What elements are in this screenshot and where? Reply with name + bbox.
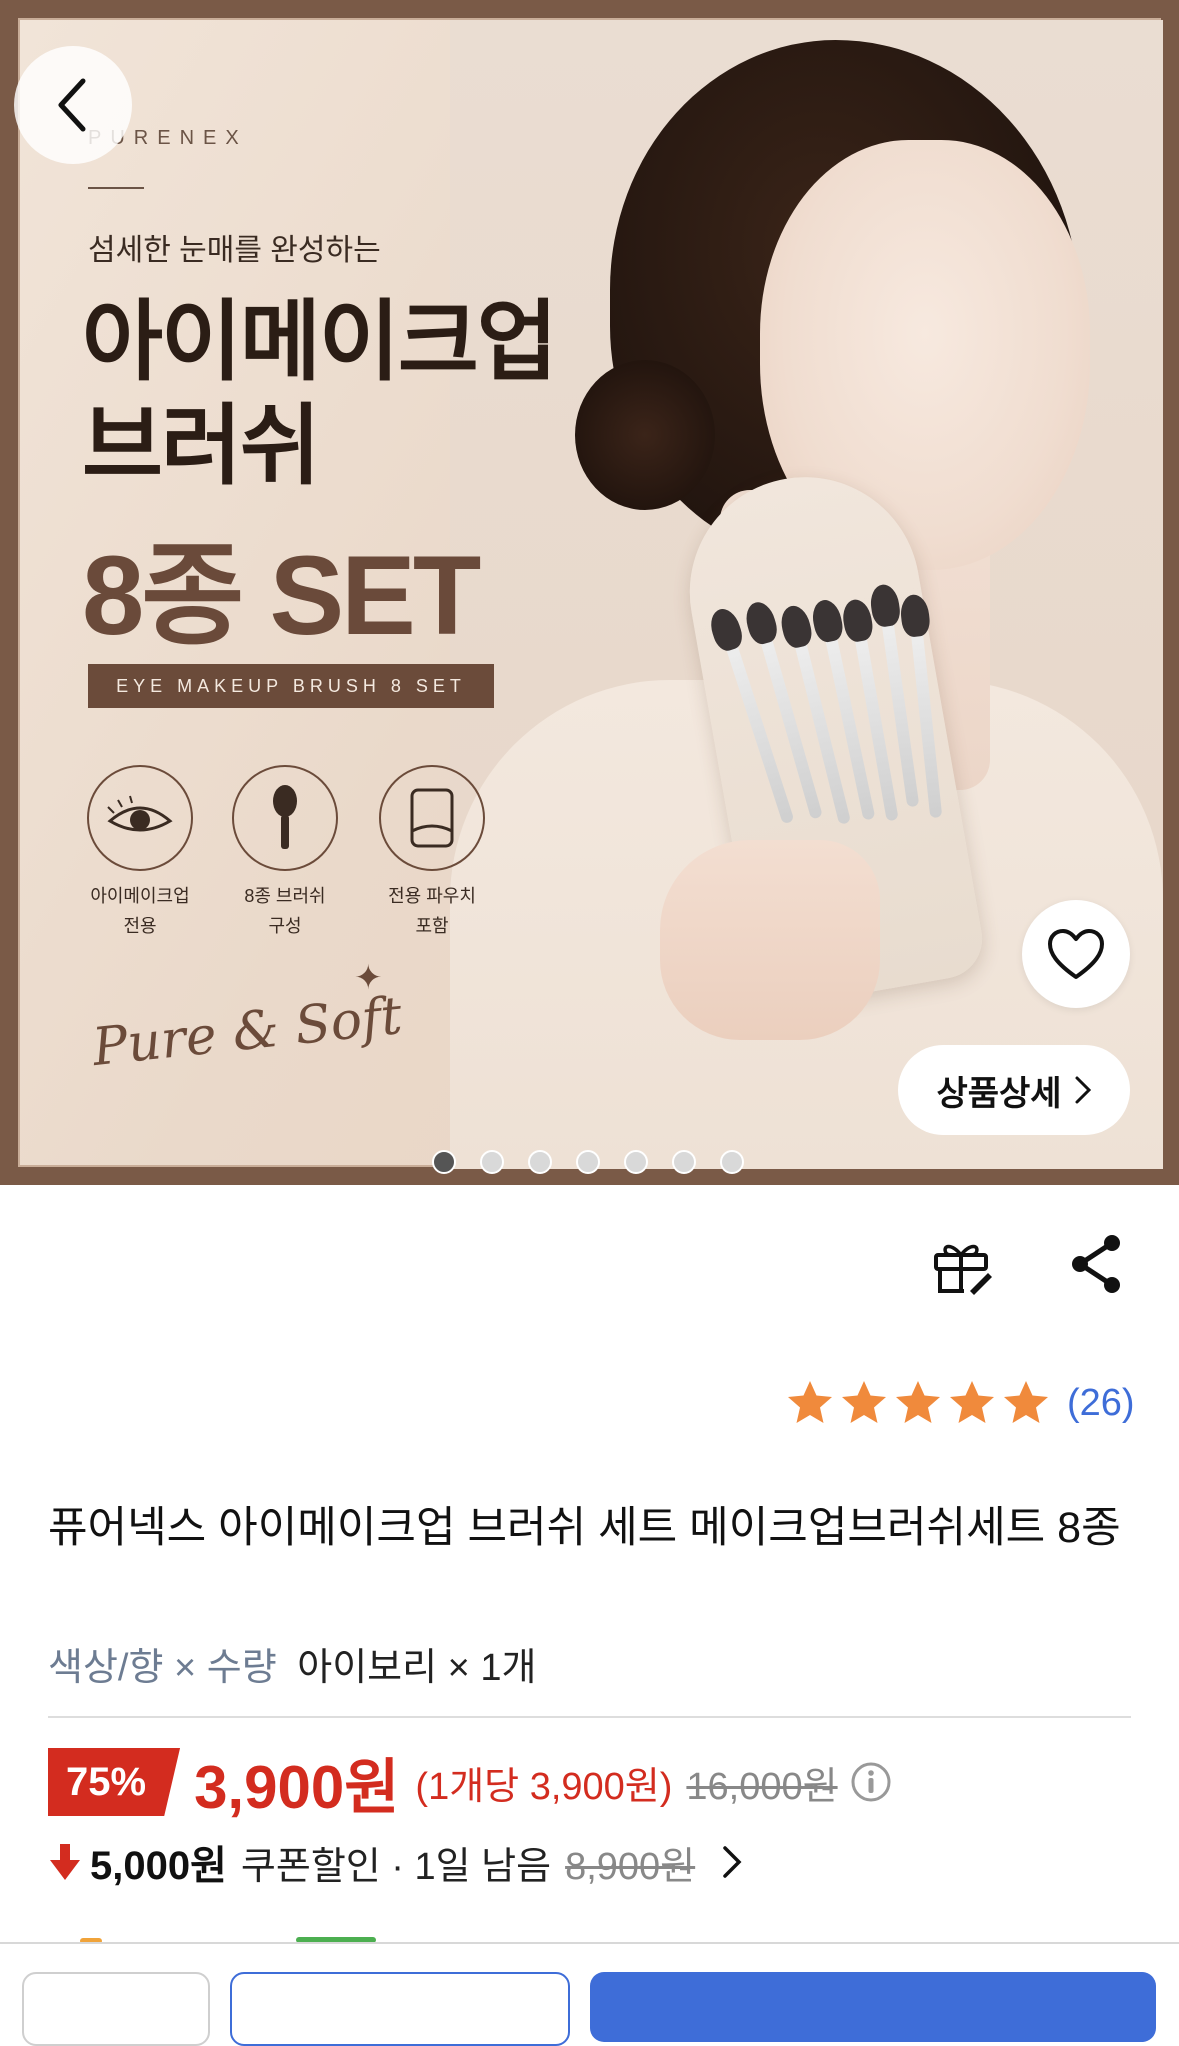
feature-label: 구성 bbox=[268, 916, 302, 936]
buy-now-button[interactable] bbox=[590, 1972, 1156, 2042]
arrow-down-icon bbox=[50, 1844, 80, 1880]
heart-icon bbox=[1048, 929, 1104, 979]
carousel-dot[interactable] bbox=[624, 1150, 648, 1174]
model-hand bbox=[660, 840, 880, 1040]
feature-label: 포함 bbox=[415, 916, 449, 936]
carousel-dot[interactable] bbox=[672, 1150, 696, 1174]
selected-option[interactable]: 색상/향 × 수량 아이보리 × 1개 bbox=[48, 1636, 536, 1691]
banner-tag: EYE MAKEUP BRUSH 8 SET bbox=[88, 664, 494, 708]
wishlist-button[interactable] bbox=[1022, 900, 1130, 1008]
chevron-left-icon bbox=[58, 78, 86, 132]
share-button[interactable] bbox=[1068, 1233, 1124, 1295]
detail-button-label: 상품상세 bbox=[936, 1074, 1062, 1113]
product-image-carousel[interactable]: PURENEX 섬세한 눈매를 완성하는 아이메이크업 브러쉬 8종 SET E… bbox=[0, 0, 1179, 1185]
gift-button[interactable] bbox=[930, 1235, 994, 1297]
star-icon bbox=[1004, 1381, 1048, 1423]
star-icon bbox=[950, 1381, 994, 1423]
brush-icon bbox=[232, 765, 338, 871]
coupon-discount-row[interactable]: 5,000원 쿠폰할인 · 1일 남음 8,900원 bbox=[48, 1832, 747, 1892]
review-count-link[interactable]: (26) bbox=[1067, 1382, 1135, 1425]
star-icon bbox=[896, 1381, 940, 1423]
gift-icon bbox=[934, 1244, 992, 1295]
feature-label: 아이메이크업 bbox=[90, 886, 190, 906]
banner-subtitle: 섬세한 눈매를 완성하는 bbox=[88, 234, 381, 267]
headline-line-2: 브러쉬 bbox=[82, 396, 321, 495]
unit-price: (1개당 3,900원) bbox=[415, 1765, 673, 1808]
bottom-button-1[interactable] bbox=[22, 1972, 210, 2046]
divider-line bbox=[88, 187, 144, 189]
info-icon[interactable] bbox=[850, 1761, 892, 1803]
carousel-dot[interactable] bbox=[576, 1150, 600, 1174]
sale-price: 3,900원 bbox=[194, 1753, 400, 1821]
carousel-dot[interactable] bbox=[528, 1150, 552, 1174]
back-button[interactable] bbox=[14, 46, 132, 164]
bottom-action-bar bbox=[0, 1942, 1179, 2046]
feature-eye-makeup: 아이메이크업 전용 bbox=[70, 765, 210, 941]
feature-label: 전용 bbox=[123, 916, 157, 936]
product-detail-button[interactable]: 상품상세 bbox=[898, 1045, 1130, 1135]
price-row: 75% 3,900원 (1개당 3,900원) 16,000원 bbox=[48, 1745, 892, 1821]
option-label: 색상/향 × 수량 bbox=[48, 1647, 277, 1689]
coupon-original-price: 8,900원 bbox=[565, 1845, 696, 1888]
chevron-right-icon bbox=[1075, 1076, 1091, 1104]
model-hair-bun bbox=[575, 360, 715, 510]
section-divider bbox=[48, 1716, 1131, 1718]
sparkle-icon: ✦ bbox=[354, 958, 383, 998]
option-value: 아이보리 × 1개 bbox=[297, 1647, 537, 1689]
add-to-cart-button[interactable] bbox=[230, 1972, 570, 2046]
carousel-dot[interactable] bbox=[432, 1150, 456, 1174]
carousel-indicator bbox=[432, 1150, 744, 1174]
coupon-text: 쿠폰할인 · 1일 남음 bbox=[240, 1845, 552, 1888]
feature-pouch: 전용 파우치 포함 bbox=[362, 765, 502, 941]
eye-icon bbox=[87, 765, 193, 871]
chevron-right-icon bbox=[723, 1846, 742, 1878]
headline-line-1: 아이메이크업 bbox=[82, 292, 558, 391]
pouch-icon bbox=[379, 765, 485, 871]
carousel-dot[interactable] bbox=[480, 1150, 504, 1174]
banner-headline: 아이메이크업 브러쉬 bbox=[82, 290, 558, 498]
feature-brush-set: 8종 브러쉬 구성 bbox=[215, 765, 355, 941]
carousel-dot[interactable] bbox=[720, 1150, 744, 1174]
feature-label: 8종 브러쉬 bbox=[244, 886, 326, 906]
original-price: 16,000원 bbox=[686, 1765, 838, 1808]
share-icon bbox=[1072, 1235, 1120, 1293]
headline-line-3: 8종 SET bbox=[82, 533, 481, 658]
feature-label: 전용 파우치 bbox=[388, 886, 476, 906]
coupon-amount: 5,000원 bbox=[90, 1844, 227, 1888]
star-icon bbox=[842, 1381, 886, 1423]
product-rating[interactable]: (26) bbox=[785, 1378, 1135, 1428]
star-icon bbox=[788, 1381, 832, 1423]
product-title: 퓨어넥스 아이메이크업 브러쉬 세트 메이크업브러쉬세트 8종 bbox=[48, 1504, 1121, 1552]
discount-badge: 75% bbox=[48, 1748, 181, 1816]
